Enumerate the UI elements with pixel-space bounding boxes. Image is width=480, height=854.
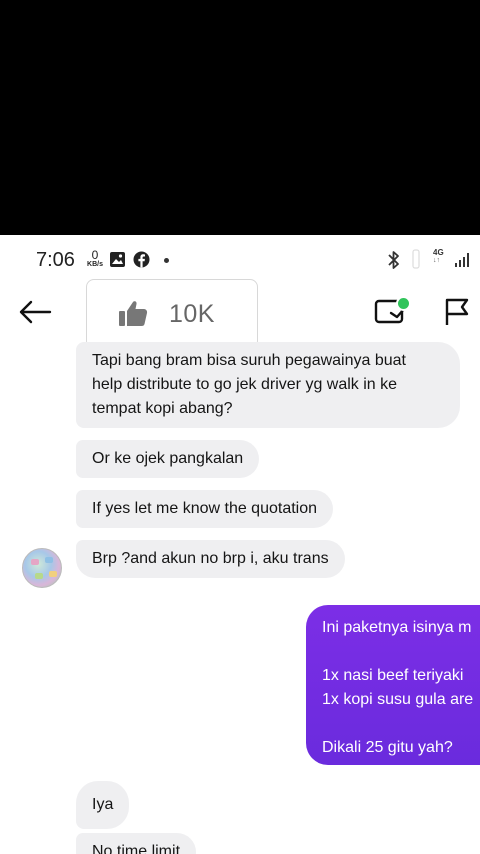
- net-speed-unit: KB/s: [87, 261, 103, 268]
- back-arrow-icon[interactable]: [18, 300, 52, 329]
- message-received[interactable]: Iya: [76, 781, 130, 829]
- net-speed-value: 0: [91, 248, 99, 262]
- chat-header: 10K: [0, 277, 480, 349]
- message-received[interactable]: Tapi bang bram bisa suruh pegawainya bua…: [76, 342, 460, 428]
- messenger-screen: 7:06 0 KB/s 4G ↓↑ 10K Tapi bang bram bis…: [0, 235, 480, 854]
- data-arrows-icon: ↓↑: [433, 257, 440, 264]
- flag-icon[interactable]: [443, 297, 473, 332]
- facebook-icon: [133, 251, 150, 273]
- thumbs-up-icon: [117, 300, 149, 333]
- message-sent[interactable]: Ini paketnya isinya m 1x nasi beef teriy…: [306, 605, 480, 765]
- bluetooth-icon: [386, 250, 402, 275]
- network-type-label: 4G: [433, 248, 444, 257]
- like-button[interactable]: 10K: [86, 279, 258, 349]
- net-speed: 0 KB/s: [84, 249, 106, 268]
- network-type: 4G ↓↑: [433, 248, 444, 265]
- message-received[interactable]: If yes let me know the quotation: [76, 490, 334, 528]
- online-indicator: [396, 296, 411, 311]
- like-count: 10K: [169, 300, 215, 328]
- message-received[interactable]: Or ke ojek pangkalan: [76, 440, 260, 478]
- message-received[interactable]: Brp ?and akun no brp i, aku trans: [76, 540, 345, 578]
- message-received[interactable]: No time limit: [76, 833, 197, 854]
- gallery-icon: [109, 251, 126, 273]
- signal-icon: [455, 252, 471, 272]
- status-time: 7:06: [36, 249, 75, 271]
- vibrate-icon: [412, 249, 420, 274]
- notification-dot: [164, 258, 169, 263]
- sender-avatar[interactable]: [22, 548, 62, 588]
